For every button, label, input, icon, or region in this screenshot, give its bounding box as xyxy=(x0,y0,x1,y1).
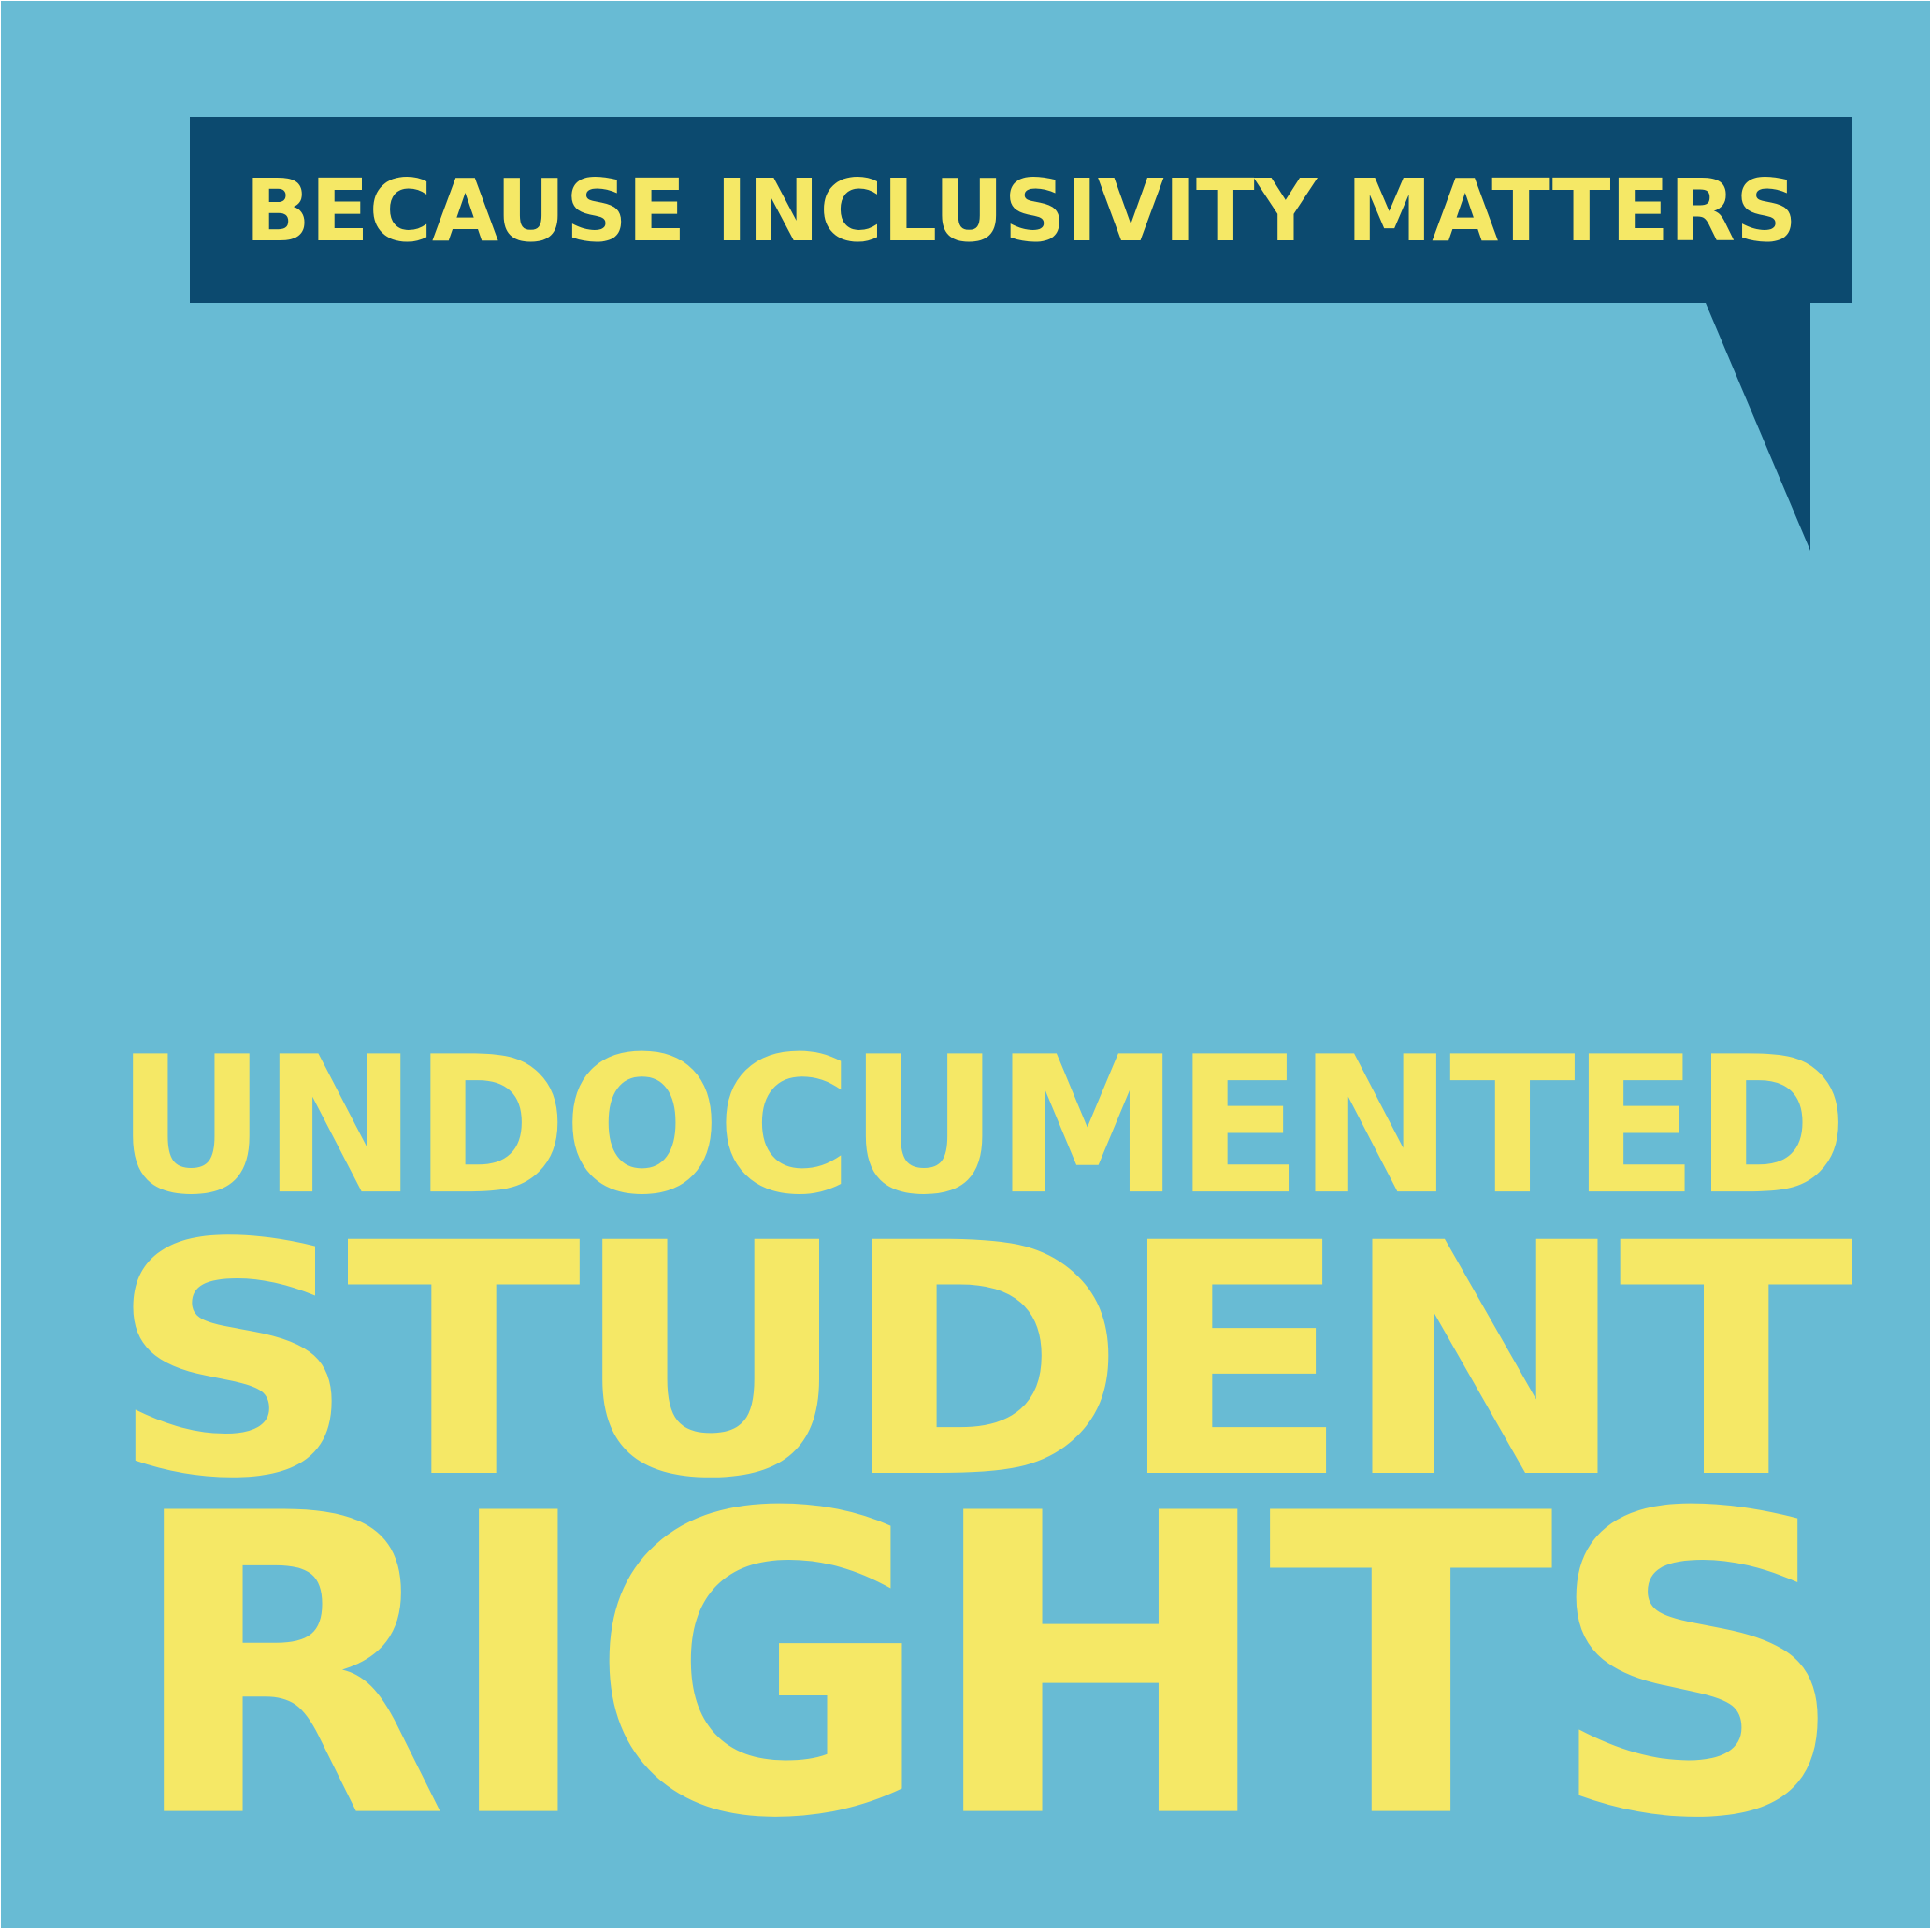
tagline-text: BECAUSE INCLUSIVITY MATTERS xyxy=(244,160,1798,261)
poster: BECAUSE INCLUSIVITY MATTERS UNDOCUMENTED… xyxy=(1,1,1930,1928)
tagline: BECAUSE INCLUSIVITY MATTERS xyxy=(190,117,1852,304)
headline-line-3: RIGHTS xyxy=(125,1427,1849,1910)
